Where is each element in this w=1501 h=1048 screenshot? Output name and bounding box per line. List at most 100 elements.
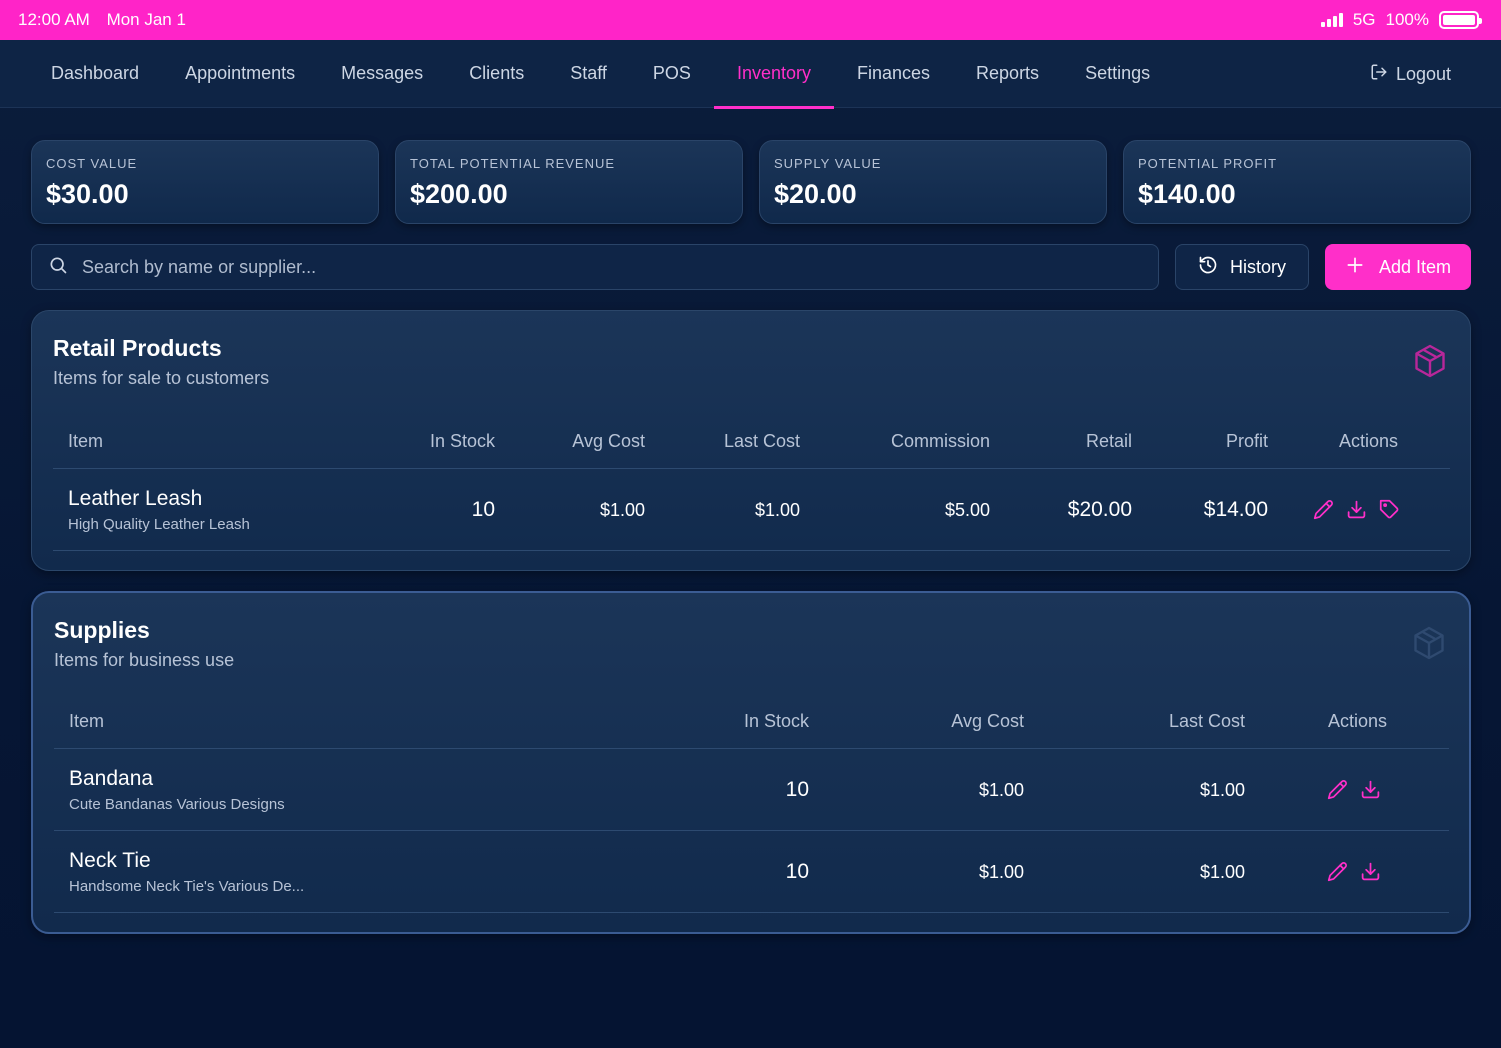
edit-icon[interactable] [1327,779,1348,800]
stat-value: $200.00 [410,179,508,209]
battery-label: 100% [1385,10,1429,29]
battery-icon [1439,11,1482,29]
commission-value: $5.00 [944,500,990,520]
row-actions [1313,499,1400,520]
row-actions [1327,861,1381,882]
retail-table: Item In Stock Avg Cost Last Cost Commiss… [53,423,1450,551]
nav-item-dashboard[interactable]: Dashboard [28,40,162,108]
history-icon [1198,255,1218,280]
panel-subtitle: Items for sale to customers [53,368,270,388]
table-row: Bandana Cute Bandanas Various Designs 10… [54,749,1449,831]
logout-button[interactable]: Logout [1370,40,1451,108]
edit-icon[interactable] [1327,861,1348,882]
status-bar-left: 12:00 AM Mon Jan 1 [18,10,198,30]
nav-item-settings[interactable]: Settings [1062,40,1173,108]
stat-value: $30.00 [46,179,129,209]
table-row: Leather Leash High Quality Leather Leash… [53,469,1450,551]
col-actions: Actions [1327,711,1387,731]
col-item: Item [68,431,104,451]
stat-label: COST VALUE [46,156,138,171]
nav-item-appointments[interactable]: Appointments [162,40,318,108]
item-name: Leather Leash [68,487,203,510]
top-nav: Dashboard Appointments Messages Clients … [0,40,1501,109]
plus-icon [1345,255,1365,280]
download-icon[interactable] [1346,499,1367,520]
last-cost-value: $1.00 [754,500,800,520]
nav-item-clients[interactable]: Clients [446,40,547,108]
history-button[interactable]: History [1175,244,1309,290]
stat-label: TOTAL POTENTIAL REVENUE [410,156,616,171]
toolbar: History Add Item [31,244,1471,290]
edit-icon[interactable] [1313,499,1334,520]
item-description: Cute Bandanas Various Designs [69,796,285,813]
box-icon [1412,343,1448,384]
status-time: 12:00 AM [18,10,90,29]
col-item: Item [69,711,105,731]
col-last-cost: Last Cost [1168,711,1245,731]
network-label: 5G [1352,10,1376,29]
box-icon [1411,625,1447,666]
add-item-button[interactable]: Add Item [1325,244,1471,290]
download-icon[interactable] [1360,861,1381,882]
stat-label: POTENTIAL PROFIT [1138,156,1278,171]
nav-item-reports[interactable]: Reports [953,40,1062,108]
row-actions [1327,779,1381,800]
stat-value: $20.00 [774,179,857,209]
logout-label: Logout [1395,63,1451,84]
supplies-table: Item In Stock Avg Cost Last Cost Actions… [54,703,1449,913]
search-input[interactable] [82,256,1158,278]
col-profit: Profit [1225,431,1268,451]
col-in-stock: In Stock [743,711,809,731]
status-bar: 12:00 AM Mon Jan 1 5G 100% [0,0,1501,40]
nav-item-inventory[interactable]: Inventory [713,40,835,109]
stat-label: SUPPLY VALUE [774,156,882,171]
col-retail: Retail [1085,431,1132,451]
avg-cost-value: $1.00 [978,780,1024,800]
nav-item-staff[interactable]: Staff [547,40,630,108]
in-stock-value: 10 [785,778,809,801]
retail-value: $20.00 [1067,498,1132,521]
panel-title: Supplies [54,617,150,643]
status-bar-right: 5G 100% [1320,10,1482,30]
in-stock-value: 10 [471,498,495,521]
supplies-panel: Supplies Items for business use Item In … [31,591,1471,934]
col-last-cost: Last Cost [723,431,800,451]
avg-cost-value: $1.00 [599,500,645,520]
status-date: Mon Jan 1 [106,10,186,29]
item-description: High Quality Leather Leash [68,516,250,533]
in-stock-value: 10 [785,860,809,883]
stat-card-supply-value: SUPPLY VALUE $20.00 [759,140,1107,224]
col-avg-cost: Avg Cost [572,431,645,451]
col-in-stock: In Stock [429,431,495,451]
stat-card-total-potential-revenue: TOTAL POTENTIAL REVENUE $200.00 [395,140,743,224]
item-description: Handsome Neck Tie's Various De... [69,878,305,895]
signal-icon [1320,13,1343,27]
download-icon[interactable] [1360,779,1381,800]
profit-value: $14.00 [1203,498,1268,521]
stat-card-cost-value: COST VALUE $30.00 [31,140,379,224]
history-label: History [1229,256,1286,277]
tag-icon[interactable] [1379,499,1400,520]
table-header: Item In Stock Avg Cost Last Cost Actions [54,703,1449,749]
search-box [31,244,1159,290]
search-icon [48,255,68,280]
col-actions: Actions [1338,431,1398,451]
col-avg-cost: Avg Cost [951,711,1024,731]
item-name: Neck Tie [69,849,151,872]
logout-icon [1370,63,1388,86]
col-commission: Commission [890,431,990,451]
nav-item-pos[interactable]: POS [630,40,714,108]
last-cost-value: $1.00 [1199,862,1245,882]
table-row: Neck Tie Handsome Neck Tie's Various De.… [54,831,1449,913]
avg-cost-value: $1.00 [978,862,1024,882]
last-cost-value: $1.00 [1199,780,1245,800]
item-name: Bandana [69,767,154,790]
add-item-label: Add Item [1378,256,1452,277]
stat-card-potential-profit: POTENTIAL PROFIT $140.00 [1123,140,1471,224]
panel-title: Retail Products [53,335,222,361]
stats-row: COST VALUE $30.00 TOTAL POTENTIAL REVENU… [31,140,1471,224]
nav-item-messages[interactable]: Messages [318,40,446,108]
nav-item-finances[interactable]: Finances [834,40,953,108]
table-header: Item In Stock Avg Cost Last Cost Commiss… [53,423,1450,469]
stat-value: $140.00 [1138,179,1236,209]
